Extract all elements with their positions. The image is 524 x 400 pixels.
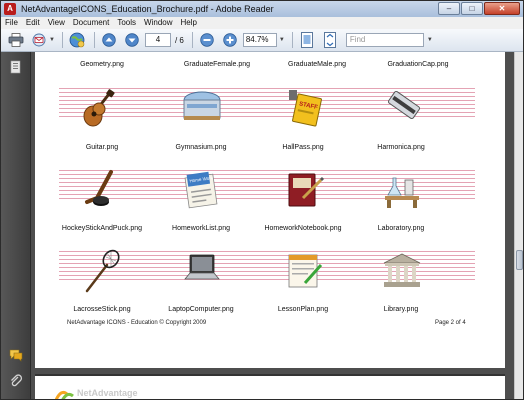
minimize-button[interactable]: – [438,2,460,15]
collaborate-button[interactable] [67,31,87,49]
toolbar: ▼ 4 / 6 84.7% ▼ Find ▼ [1,29,523,52]
harmonica-icon [387,90,421,120]
homework-list-icon: Home Work [184,171,218,209]
zoom-out-button[interactable] [197,31,217,49]
homework-notebook-icon [288,173,325,207]
laboratory-icon [385,177,419,208]
icon-caption: Geometry.png [80,61,124,68]
close-button[interactable]: ✕ [484,2,520,15]
pdf-next-page: NetAdvantage [35,374,505,399]
vertical-scrollbar[interactable] [514,52,523,399]
menu-tools[interactable]: Tools [113,17,140,29]
zoom-dropdown-arrow[interactable]: ▼ [279,37,285,43]
window-controls: – □ ✕ [438,2,520,15]
zoom-out-icon [200,33,214,47]
lesson-plan-icon [288,254,323,288]
icon-caption: LacrosseStick.png [73,306,131,313]
page-footer-copyright: NetAdvantage ICONS - Education © Copyrig… [67,320,207,326]
lacrosse-stick-icon [85,249,120,293]
scrollbar-thumb[interactable] [516,250,523,270]
icon-caption: LaptopComputer.png [168,306,234,313]
icon-caption: Library.png [383,306,419,313]
icon-caption: HomeworkNotebook.png [264,225,342,232]
maximize-button[interactable]: □ [461,2,483,15]
pdf-page: Geometry.png GraduateFemale.png Graduate… [35,52,505,368]
zoom-in-icon [223,33,237,47]
page-total-label: / 6 [174,35,184,45]
icon-caption: Laboratory.png [377,225,425,232]
previous-page-button[interactable] [99,31,119,49]
fit-page-button[interactable] [297,31,317,49]
email-dropdown-arrow[interactable]: ▼ [49,37,55,43]
full-screen-button[interactable] [320,31,340,49]
hall-pass-icon: STAFF [289,90,322,127]
guitar-icon [83,89,115,127]
icon-caption: GraduationCap.png [387,61,449,68]
comments-icon[interactable] [9,348,23,362]
page-number-input[interactable]: 4 [144,33,171,47]
menu-help[interactable]: Help [177,17,201,29]
zoom-level-field[interactable]: 84.7% [242,33,277,47]
print-button[interactable] [6,31,26,49]
gymnasium-icon [183,91,221,120]
attachments-icon[interactable] [9,374,23,388]
title-bar: A NetAdvantageICONS_Education_Brochure.p… [1,1,523,17]
toolbar-separator [191,32,193,48]
icon-caption: HallPass.png [282,144,324,151]
navigation-panel [1,52,31,399]
menu-document[interactable]: Document [69,17,113,29]
laptop-computer-icon [184,254,220,280]
adobe-reader-icon: A [4,3,16,15]
printer-icon [8,33,24,47]
find-dropdown-arrow[interactable]: ▼ [427,37,433,43]
icon-caption: Harmonica.png [377,144,425,151]
full-screen-icon [323,32,336,48]
toolbar-separator [291,32,293,48]
adobe-reader-window: A NetAdvantageICONS_Education_Brochure.p… [0,0,524,400]
icon-caption: HomeworkList.png [172,225,230,232]
page-footer-number: Page 2 of 4 [435,320,466,326]
window-title: NetAdvantageICONS_Education_Brochure.pdf… [21,4,274,14]
document-area[interactable]: Geometry.png GraduateFemale.png Graduate… [31,52,514,399]
toolbar-separator [93,32,95,48]
menu-view[interactable]: View [44,17,69,29]
icon-caption: GraduateMale.png [288,61,346,68]
icon-caption: Guitar.png [85,144,119,151]
netadvantage-logo-icon [55,391,74,399]
icon-caption: HockeyStickAndPuck.png [61,225,143,232]
pages-icon[interactable] [9,60,23,74]
zoom-in-button[interactable] [220,31,240,49]
netadvantage-logo-text: NetAdvantage [77,388,138,398]
menu-edit[interactable]: Edit [22,17,44,29]
icon-caption: GraduateFemale.png [183,61,251,68]
envelope-icon [32,33,46,47]
menu-bar: File Edit View Document Tools Window Hel… [1,17,523,29]
arrow-up-icon [102,33,116,47]
icon-caption: Gymnasium.png [175,144,227,151]
hockey-stick-and-puck-icon [85,170,113,206]
menu-window[interactable]: Window [140,17,176,29]
email-button[interactable] [29,31,49,49]
menu-file[interactable]: File [1,17,22,29]
library-icon [383,253,421,287]
next-page-button[interactable] [122,31,142,49]
globe-icon [69,32,85,48]
toolbar-separator [61,32,63,48]
find-input[interactable]: Find [345,33,424,47]
arrow-down-icon [125,33,139,47]
icon-caption: LessonPlan.png [277,306,329,313]
fit-page-icon [300,32,313,48]
